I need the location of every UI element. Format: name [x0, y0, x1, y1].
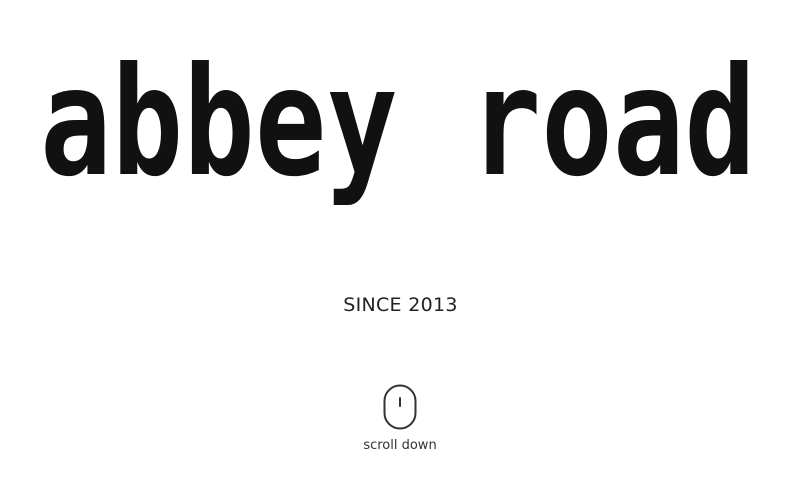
- mouse-icon: [383, 384, 417, 430]
- scroll-down-label: scroll down: [363, 438, 437, 453]
- since-tagline: SINCE 2013: [343, 294, 458, 316]
- logo-text: abbey road: [40, 52, 756, 210]
- hero-section: abbey road SINCE 2013 scroll down: [0, 0, 801, 502]
- logo-wordmark: abbey road: [40, 52, 756, 210]
- scroll-down-link[interactable]: scroll down: [350, 384, 450, 464]
- site-logo: abbey road: [40, 52, 756, 212]
